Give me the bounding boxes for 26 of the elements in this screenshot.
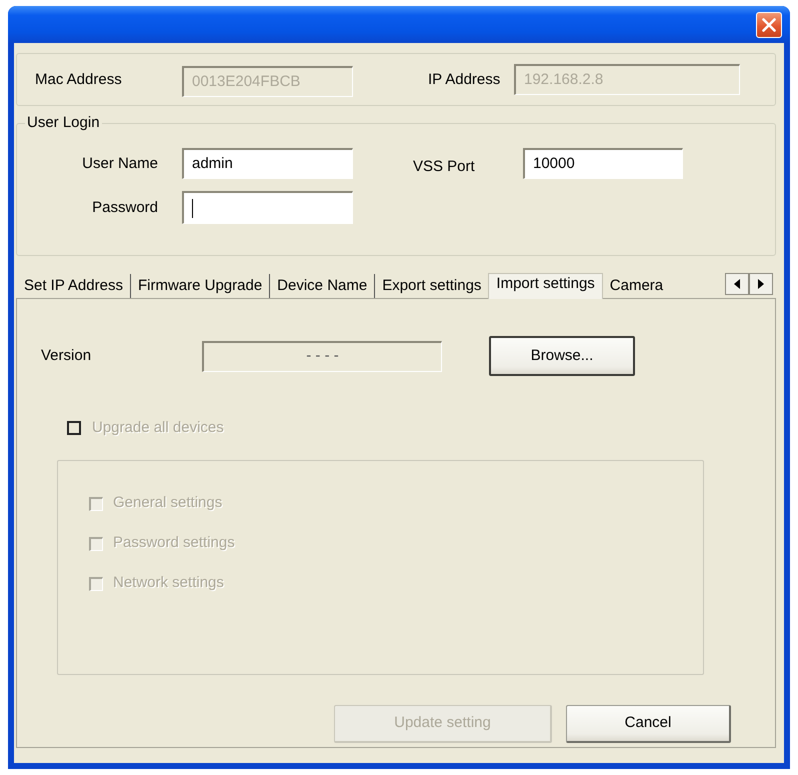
tab[interactable]: Export settings bbox=[375, 274, 488, 298]
field-label: Version bbox=[41, 347, 92, 365]
field-label: IP Address bbox=[428, 70, 502, 88]
close-button[interactable] bbox=[756, 12, 782, 38]
field-label: VSS Port bbox=[413, 156, 476, 176]
tab[interactable]: Import settings bbox=[488, 273, 603, 299]
field-label: User Name bbox=[81, 154, 158, 172]
password-field[interactable] bbox=[182, 191, 353, 224]
left-triangle-icon bbox=[734, 279, 740, 289]
browse-button[interactable]: Browse... bbox=[489, 336, 635, 376]
right-triangle-icon bbox=[758, 279, 764, 289]
scroll-right-button[interactable] bbox=[749, 273, 773, 295]
close-icon bbox=[762, 18, 776, 32]
field-label: Mac Address bbox=[35, 70, 123, 88]
group-title: User Login bbox=[27, 114, 100, 131]
field-label: Password bbox=[91, 198, 158, 216]
scroll-left-button[interactable] bbox=[725, 273, 749, 295]
checkbox-label: Upgrade all devices bbox=[92, 418, 224, 438]
text-cursor-icon bbox=[192, 198, 193, 218]
tab[interactable]: Camera bbox=[602, 274, 670, 298]
checkbox-label: General settings bbox=[113, 493, 222, 514]
checkbox-label: Password settings bbox=[113, 533, 235, 554]
user-name-field[interactable]: admin bbox=[182, 148, 353, 179]
cancel-button[interactable]: Cancel bbox=[566, 704, 731, 742]
port-field[interactable]: 10000 bbox=[523, 148, 683, 179]
checkbox-label: Network settings bbox=[113, 573, 224, 594]
